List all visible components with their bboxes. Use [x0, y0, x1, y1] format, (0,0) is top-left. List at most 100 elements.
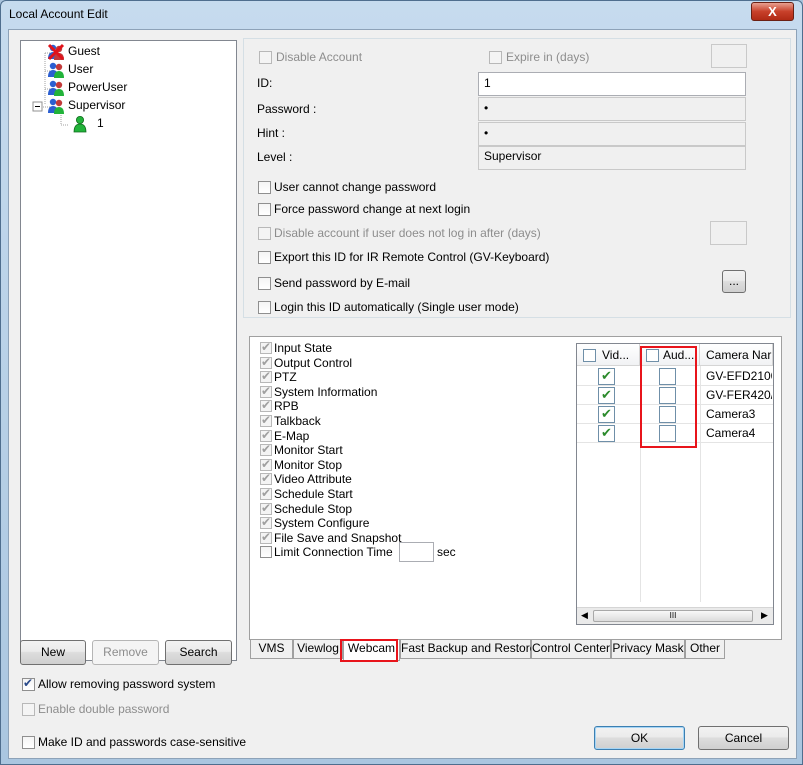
audio-column-highlight	[640, 346, 697, 448]
title-bar[interactable]: Local Account Edit X	[1, 1, 802, 29]
permission-checkbox[interactable]	[260, 442, 272, 457]
scroll-thumb[interactable]: III	[593, 610, 753, 622]
tab-viewlog[interactable]: Viewlog	[293, 640, 343, 659]
video-permission-checkbox[interactable]	[598, 368, 615, 385]
permission-label: Schedule Stop	[274, 501, 353, 516]
disable-account-label: Disable Account	[276, 50, 363, 64]
id-field[interactable]: 1	[478, 72, 746, 96]
expire-checkbox[interactable]	[489, 51, 502, 64]
tab-vms[interactable]: VMS	[250, 640, 293, 659]
force-password-change-checkbox[interactable]	[258, 203, 271, 216]
export-ir-label: Export this ID for IR Remote Control (GV…	[274, 250, 550, 264]
disable-after-label: Disable account if user does not log in …	[274, 226, 541, 240]
password-field[interactable]: •	[478, 97, 746, 121]
permission-checkbox[interactable]	[260, 413, 272, 427]
password-label: Password :	[257, 102, 317, 116]
cannot-change-password-checkbox[interactable]	[258, 181, 271, 194]
disable-after-checkbox[interactable]	[258, 227, 271, 240]
permission-checkbox[interactable]	[260, 530, 272, 544]
scroll-right-arrow-icon[interactable]: ▶	[761, 610, 768, 621]
permission-label: Video Attribute	[274, 472, 352, 487]
permission-checkbox[interactable]	[260, 515, 272, 530]
hint-field[interactable]: •	[478, 122, 746, 146]
user-group-icon	[48, 98, 64, 114]
email-settings-button[interactable]: ...	[722, 270, 746, 293]
remove-button[interactable]: Remove	[92, 640, 159, 665]
search-button[interactable]: Search	[165, 640, 232, 665]
permission-checkbox[interactable]	[260, 355, 272, 369]
permission-checkbox[interactable]	[260, 501, 272, 515]
permission-checkbox[interactable]	[260, 471, 272, 486]
expire-days-field[interactable]	[711, 44, 747, 68]
account-details-group: Disable Account Expire in (days) ID: 1 P…	[243, 38, 791, 318]
tab-privacy-mask[interactable]: Privacy Mask	[611, 640, 685, 659]
camera-name-column-header[interactable]: Camera Nar	[700, 344, 773, 366]
permission-label: PTZ	[274, 370, 297, 385]
hint-label: Hint :	[257, 126, 286, 140]
new-button[interactable]: New	[20, 640, 86, 665]
user-group-icon	[48, 62, 64, 78]
camera-name-cell: GV-EFD2100	[706, 369, 772, 383]
limit-connection-time-unit: sec	[437, 545, 456, 559]
cannot-change-password-label: User cannot change password	[274, 180, 437, 194]
tree-item-label: 1	[97, 116, 104, 130]
user-group-icon	[48, 80, 64, 96]
video-column-label: Vid...	[602, 348, 630, 362]
ok-button[interactable]: OK	[594, 726, 685, 750]
enable-double-password-label: Enable double password	[38, 702, 170, 716]
cancel-button[interactable]: Cancel	[698, 726, 789, 750]
tab-fast-backup-and-restore[interactable]: Fast Backup and Restore	[400, 640, 536, 659]
camera-name-cell: GV-FER420/4	[706, 388, 772, 402]
local-account-edit-window: Local Account Edit X Guest User PowerUse…	[0, 0, 803, 765]
permission-label: RPB	[274, 399, 299, 414]
permission-checkbox[interactable]	[260, 486, 272, 500]
allow-removing-password-checkbox[interactable]	[22, 676, 35, 691]
group-user-disabled-icon	[47, 43, 65, 61]
permission-label: System Information	[274, 384, 378, 399]
video-permission-checkbox[interactable]	[598, 425, 615, 442]
disable-after-days-field[interactable]	[710, 221, 747, 245]
force-password-change-label: Force password change at next login	[274, 202, 471, 216]
disable-account-checkbox[interactable]	[259, 51, 272, 64]
camera-grid-horizontal-scrollbar[interactable]: ◀ III ▶	[577, 607, 773, 624]
account-tree[interactable]: Guest User PowerUser Supervisor 1	[20, 40, 237, 661]
level-field[interactable]: Supervisor	[478, 146, 746, 170]
level-label: Level :	[257, 150, 293, 164]
case-sensitive-label: Make ID and passwords case-sensitive	[38, 735, 247, 749]
permission-label: Input State	[274, 341, 333, 355]
enable-double-password-checkbox[interactable]	[22, 703, 35, 716]
permission-checkbox[interactable]	[260, 457, 272, 471]
video-select-all-checkbox[interactable]	[583, 349, 596, 362]
close-button[interactable]: X	[751, 2, 794, 21]
permission-label: Monitor Stop	[274, 457, 343, 472]
scroll-left-arrow-icon[interactable]: ◀	[581, 610, 588, 621]
id-label: ID:	[257, 76, 273, 90]
user-icon	[73, 116, 87, 133]
tab-control-center[interactable]: Control Center	[531, 640, 611, 659]
send-email-checkbox[interactable]	[258, 277, 271, 290]
permission-label: Talkback	[274, 414, 321, 428]
expire-label: Expire in (days)	[506, 50, 590, 64]
video-permission-checkbox[interactable]	[598, 387, 615, 404]
permission-checkbox[interactable]	[260, 384, 272, 398]
permission-label: E-Map	[274, 428, 310, 443]
camera-name-cell: Camera3	[706, 407, 756, 421]
case-sensitive-checkbox[interactable]	[22, 736, 35, 749]
permission-label: File Save and Snapshot	[274, 530, 402, 545]
tree-item-label: PowerUser	[68, 80, 128, 94]
tab-other[interactable]: Other	[685, 640, 725, 659]
tree-item-label: Supervisor	[68, 98, 126, 112]
video-permission-checkbox[interactable]	[598, 406, 615, 423]
video-column-header[interactable]: Vid...	[577, 344, 640, 366]
tree-item-label: User	[68, 62, 94, 76]
limit-connection-time-field[interactable]	[399, 542, 434, 562]
send-email-label: Send password by E-mail	[274, 276, 411, 290]
limit-connection-time-checkbox[interactable]	[260, 546, 272, 558]
permission-checkbox[interactable]	[260, 369, 272, 384]
permission-checkbox[interactable]	[260, 398, 272, 413]
permission-checkbox[interactable]	[260, 340, 272, 354]
auto-login-checkbox[interactable]	[258, 301, 271, 314]
permission-checkbox[interactable]	[260, 428, 272, 442]
export-ir-checkbox[interactable]	[258, 251, 271, 264]
camera-name-cell: Camera4	[706, 426, 756, 440]
